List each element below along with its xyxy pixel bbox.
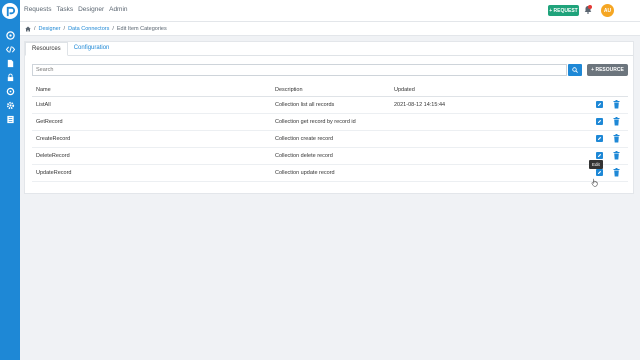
breadcrumb-data-connectors[interactable]: Data Connectors: [68, 26, 109, 32]
search-input[interactable]: [32, 64, 567, 76]
row-description: Collection update record: [275, 170, 335, 176]
row-name: DeleteRecord: [36, 153, 70, 159]
trash-icon[interactable]: [613, 168, 620, 177]
table-row: CreateRecord Collection create record: [32, 131, 628, 148]
table-row: ListAll Collection list all records 2021…: [32, 97, 628, 114]
top-bar: Requests Tasks Designer Admin: [20, 0, 640, 22]
top-nav: Requests Tasks Designer Admin: [24, 6, 128, 13]
edit-icon[interactable]: [596, 101, 603, 108]
list-icon[interactable]: [5, 114, 15, 124]
home-icon[interactable]: [25, 26, 31, 32]
resources-card: Resources Configuration + RESOURCE Name …: [24, 41, 634, 194]
table-row: UpdateRecord Collection update record: [32, 165, 628, 182]
edit-icon[interactable]: [596, 169, 603, 176]
breadcrumb-separator: /: [112, 25, 114, 32]
notification-badge: [588, 5, 592, 9]
nav-admin[interactable]: Admin: [109, 6, 127, 13]
row-name: ListAll: [36, 102, 51, 108]
row-description: Collection delete record: [275, 153, 333, 159]
new-request-button[interactable]: + REQUEST: [548, 5, 579, 16]
nav-designer[interactable]: Designer: [78, 6, 104, 13]
sidebar: [0, 0, 20, 360]
row-name: GetRecord: [36, 119, 63, 125]
breadcrumb: / Designer / Data Connectors / Edit Item…: [20, 22, 640, 36]
row-updated: 2021-08-12 14:15:44: [394, 102, 446, 108]
gear-icon[interactable]: [5, 100, 15, 110]
search-icon: [572, 67, 578, 73]
column-header-name[interactable]: Name: [36, 87, 51, 93]
trash-icon[interactable]: [613, 151, 620, 160]
breadcrumb-designer[interactable]: Designer: [39, 26, 61, 32]
nav-requests[interactable]: Requests: [24, 6, 51, 13]
table-row: GetRecord Collection get record by recor…: [32, 114, 628, 131]
edit-icon[interactable]: [596, 135, 603, 142]
search-button[interactable]: [568, 64, 582, 76]
nav-tasks[interactable]: Tasks: [56, 6, 73, 13]
column-header-description[interactable]: Description: [275, 87, 303, 93]
trash-icon[interactable]: [613, 117, 620, 126]
tab-resources[interactable]: Resources: [25, 42, 68, 56]
breadcrumb-current: Edit Item Categories: [116, 25, 167, 32]
lock-icon[interactable]: [5, 72, 15, 82]
connector-icon[interactable]: [5, 86, 15, 96]
logo-icon[interactable]: [2, 3, 18, 19]
tabs: Resources Configuration: [25, 42, 115, 56]
row-description: Collection create record: [275, 136, 334, 142]
resources-table: Name Description Updated ListAll Collect…: [32, 83, 628, 182]
avatar[interactable]: AU: [601, 4, 614, 17]
breadcrumb-separator: /: [63, 25, 66, 32]
dashboard-icon[interactable]: [5, 30, 15, 40]
code-icon[interactable]: [5, 44, 15, 54]
tab-configuration[interactable]: Configuration: [68, 42, 116, 56]
breadcrumb-separator: /: [34, 25, 36, 32]
column-header-updated[interactable]: Updated: [394, 87, 415, 93]
tabs-divider: [25, 55, 633, 56]
document-icon[interactable]: [5, 58, 15, 68]
trash-icon[interactable]: [613, 100, 620, 109]
row-description: Collection get record by record id: [275, 119, 356, 125]
row-name: CreateRecord: [36, 136, 71, 142]
edit-tooltip: Edit: [589, 160, 603, 169]
trash-icon[interactable]: [613, 134, 620, 143]
edit-icon[interactable]: [596, 152, 603, 159]
add-resource-button[interactable]: + RESOURCE: [587, 64, 628, 76]
table-row: DeleteRecord Collection delete record: [32, 148, 628, 165]
edit-icon[interactable]: [596, 118, 603, 125]
hand-cursor-icon: [591, 178, 598, 187]
row-name: UpdateRecord: [36, 170, 72, 176]
table-header: Name Description Updated: [32, 83, 628, 97]
row-description: Collection list all records: [275, 102, 335, 108]
